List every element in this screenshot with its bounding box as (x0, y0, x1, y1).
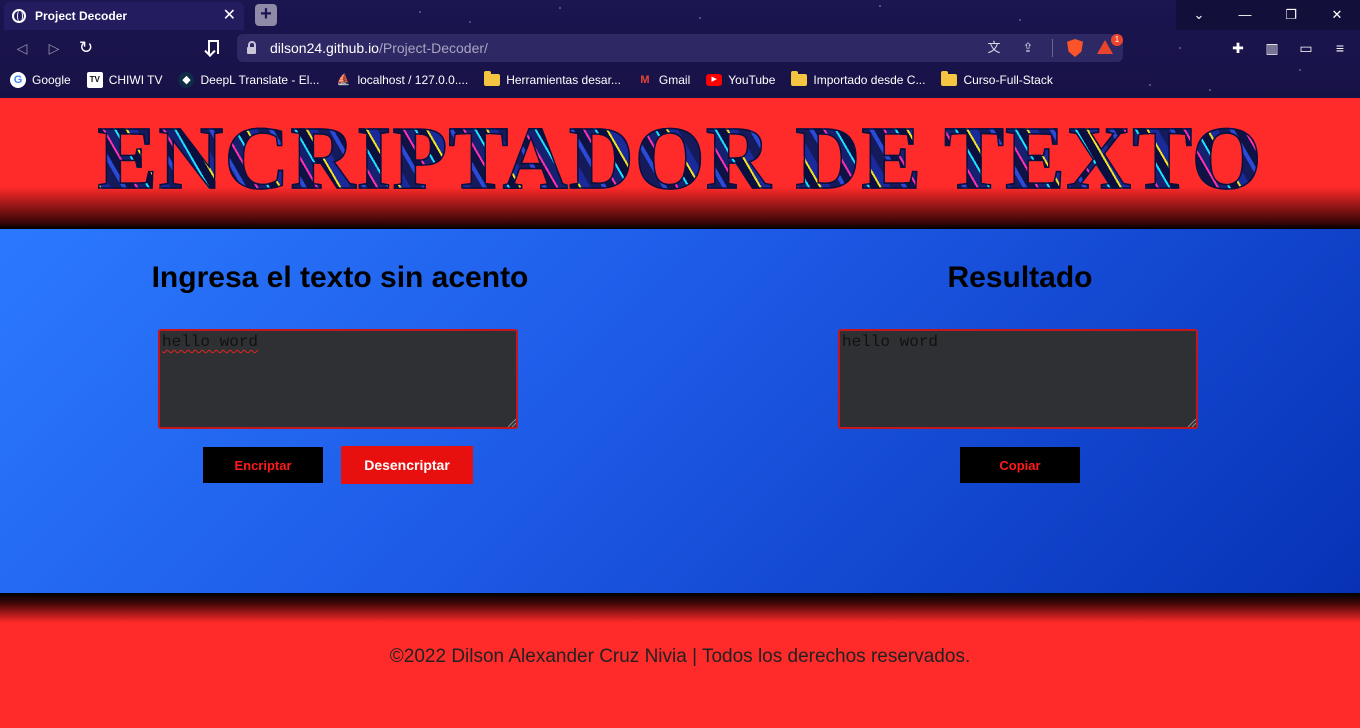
sidebar-icon[interactable]: ▥ (1262, 38, 1282, 58)
tv-icon: TV (86, 72, 103, 88)
tab-close-icon[interactable]: ✕ (223, 8, 236, 24)
bookmark-page-icon[interactable] (208, 40, 219, 54)
site-header: ENCRIPTADOR DE TEXTO (0, 98, 1360, 229)
window-controls: ⌄ — ❐ ✕ (1176, 0, 1360, 30)
web-page: ENCRIPTADOR DE TEXTO Ingresa el texto si… (0, 98, 1360, 728)
result-textarea[interactable]: hello word (838, 329, 1198, 429)
url-path: /Project-Decoder/ (378, 40, 488, 56)
restore-button[interactable]: ❐ (1268, 0, 1314, 30)
bookmark-folder-curso[interactable]: Curso-Full-Stack (941, 71, 1053, 87)
bookmark-gmail[interactable]: M Gmail (637, 72, 690, 88)
browser-tab[interactable]: Project Decoder ✕ (4, 2, 244, 30)
gmail-icon: M (640, 74, 650, 86)
site-footer: ©2022 Dilson Alexander Cruz Nivia | Todo… (0, 593, 1360, 728)
tab-title: Project Decoder (35, 9, 128, 23)
bookmarks-bar: G Google TV CHIWI TV ◆ DeepL Translate - El… (10, 70, 1053, 90)
globe-icon (12, 9, 26, 23)
input-textarea[interactable]: hello word (158, 329, 518, 429)
input-heading: Ingresa el texto sin acento (151, 261, 529, 294)
youtube-icon: ▶ (706, 74, 723, 86)
google-icon: G (10, 72, 26, 88)
result-text: hello word (842, 333, 939, 351)
tab-search-icon[interactable]: ⌄ (1176, 0, 1222, 30)
lock-icon (247, 40, 256, 54)
address-bar[interactable]: dilson24.github.io /Project-Decoder/ 文 ⇪… (237, 34, 1123, 62)
bookmark-youtube[interactable]: ▶ YouTube (706, 73, 775, 87)
resize-grip-icon[interactable] (508, 419, 516, 427)
folder-icon (941, 71, 958, 86)
input-text: hello word (162, 333, 259, 351)
brave-shields-icon[interactable] (1067, 39, 1083, 57)
extensions-icon[interactable]: ✚ (1228, 38, 1248, 58)
deepl-icon: ◆ (178, 72, 195, 88)
folder-icon (791, 71, 808, 86)
resize-grip-icon[interactable] (1188, 419, 1196, 427)
forward-icon[interactable]: ▷ (44, 38, 64, 58)
decrypt-button[interactable]: Desencriptar (341, 446, 473, 484)
encrypt-button[interactable]: Encriptar (203, 447, 323, 483)
phpmyadmin-icon: ⛵ (336, 74, 351, 86)
site-title: ENCRIPTADOR DE TEXTO (0, 113, 1360, 205)
share-icon[interactable]: ⇪ (1018, 38, 1038, 58)
translate-icon[interactable]: 文 (984, 38, 1004, 58)
reload-icon[interactable]: ↻ (76, 38, 96, 58)
url-host: dilson24.github.io (270, 40, 379, 56)
bookmark-folder-herramientas[interactable]: Herramientas desar... (484, 71, 621, 87)
browser-chrome: Project Decoder ✕ + ⌄ — ❐ ✕ ◁ ▷ ↻ dilson… (0, 0, 1360, 98)
minimize-button[interactable]: — (1222, 0, 1268, 30)
bookmark-deepl[interactable]: ◆ DeepL Translate - El... (178, 72, 319, 88)
footer-copyright: ©2022 Dilson Alexander Cruz Nivia | Todo… (389, 646, 971, 667)
bookmark-folder-importado[interactable]: Importado desde C... (791, 71, 925, 87)
menu-icon[interactable]: ≡ (1330, 38, 1350, 58)
rewards-badge: 1 (1111, 34, 1123, 46)
separator (1052, 39, 1053, 57)
bookmark-chiwi-tv[interactable]: TV CHIWI TV (86, 72, 162, 88)
main-section: Ingresa el texto sin acento hello word E… (0, 229, 1360, 593)
bookmark-google[interactable]: G Google (10, 72, 71, 88)
new-tab-button[interactable]: + (255, 4, 277, 26)
back-icon[interactable]: ◁ (12, 38, 32, 58)
close-window-button[interactable]: ✕ (1314, 0, 1360, 30)
result-heading: Resultado (947, 261, 1093, 294)
folder-icon (484, 71, 501, 86)
wallet-icon[interactable]: ▭ (1296, 38, 1316, 58)
brave-rewards-icon[interactable]: 1 (1097, 34, 1123, 56)
copy-button[interactable]: Copiar (960, 447, 1080, 483)
bookmark-localhost[interactable]: ⛵ localhost / 127.0.0.... (335, 72, 469, 88)
